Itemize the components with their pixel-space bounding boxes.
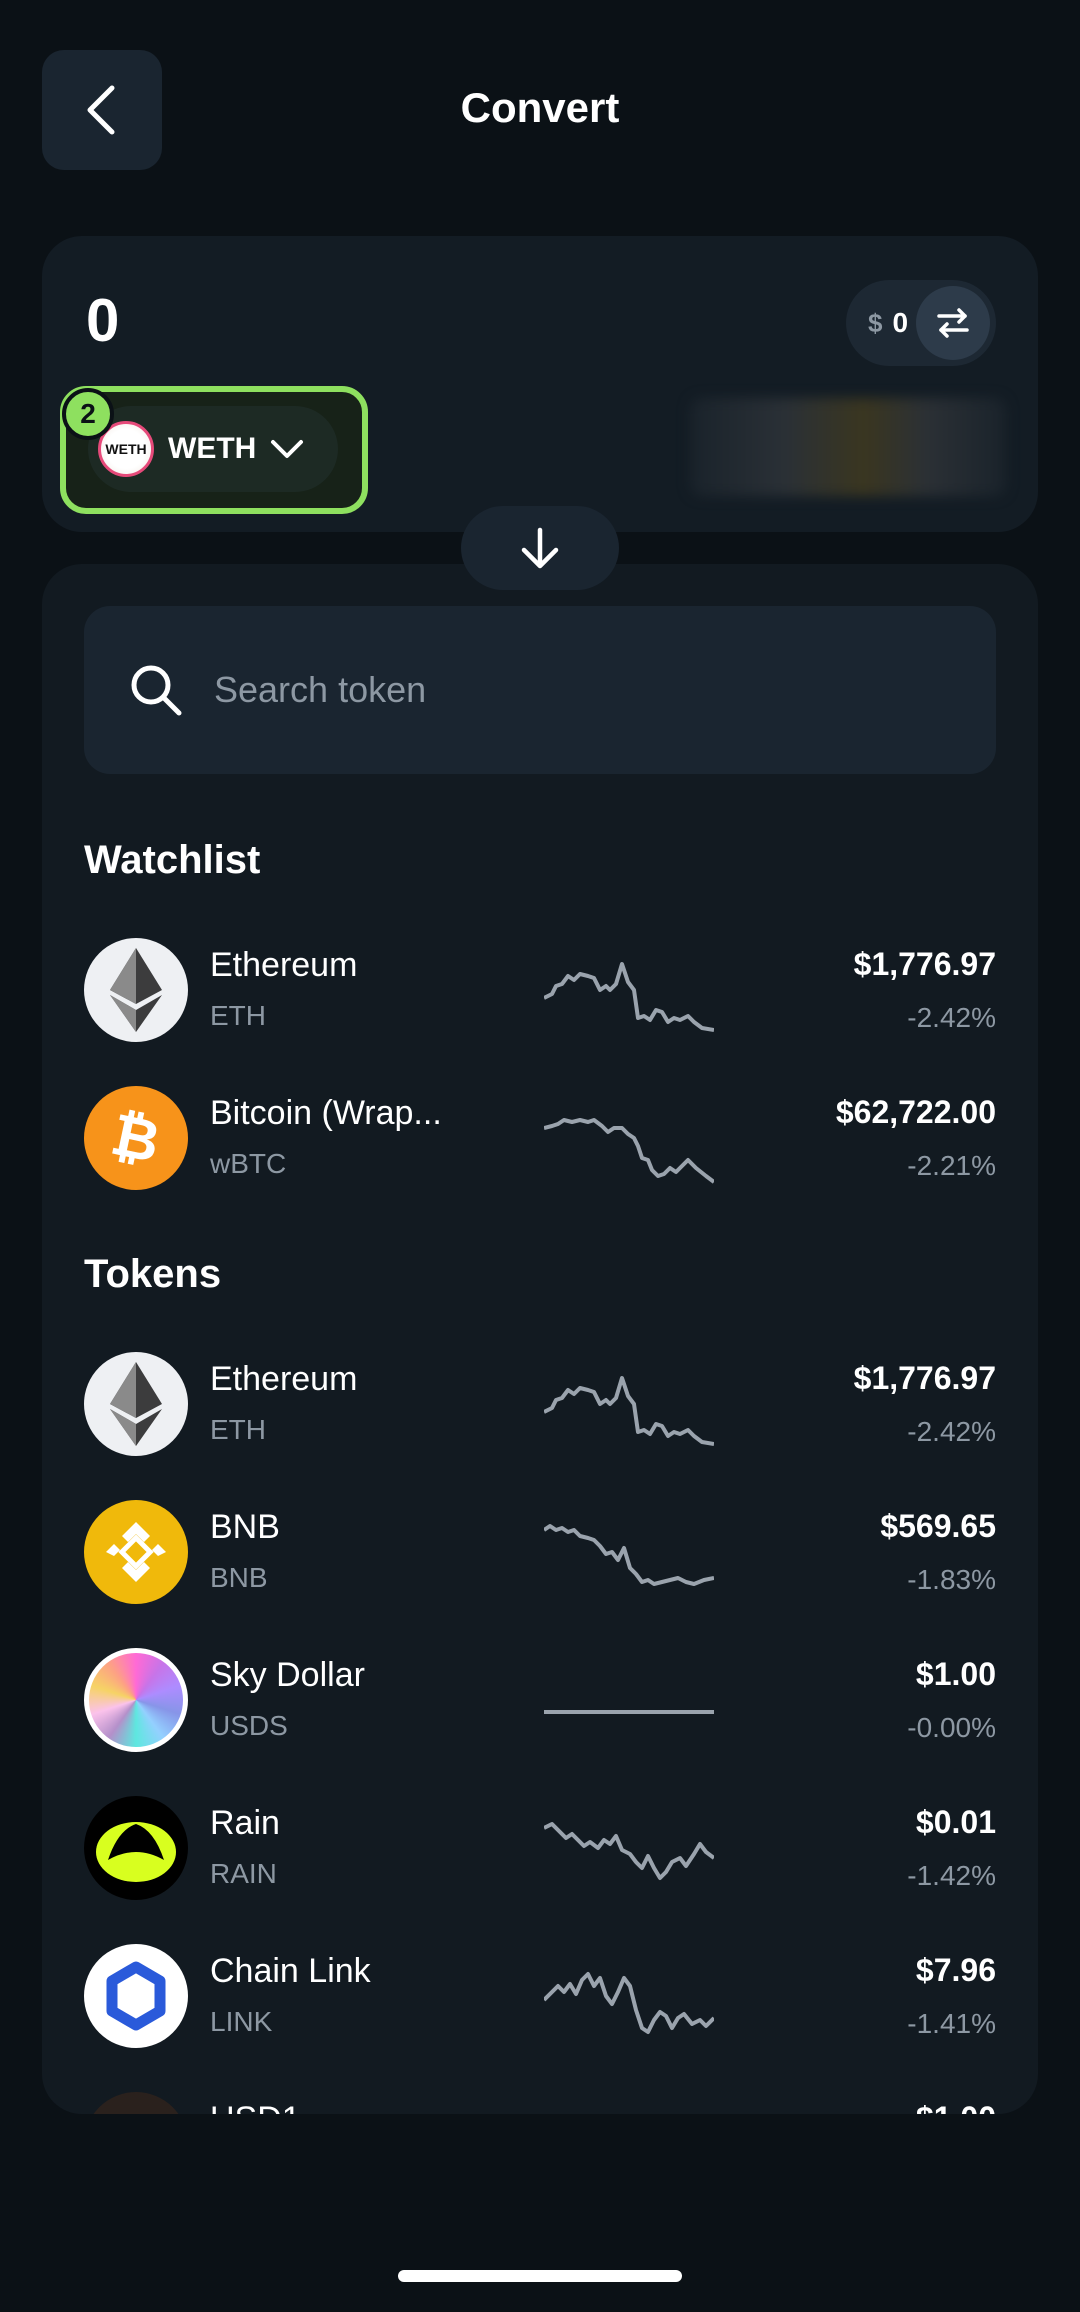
token-selector-button[interactable]: WETH WETH bbox=[88, 406, 338, 492]
token-price: $7.96 bbox=[915, 1952, 996, 1988]
watchlist-title: Watchlist bbox=[84, 838, 261, 882]
token-price: $0.01 bbox=[915, 1804, 996, 1840]
token-row[interactable]: Sky Dollar USDS $1.00 -0.00% bbox=[42, 1626, 1038, 1774]
token-row[interactable]: USD1 $1.00 bbox=[42, 2070, 1038, 2114]
token-price: $1,776.97 bbox=[853, 1360, 996, 1396]
swap-currency-button[interactable] bbox=[916, 286, 990, 360]
price-sparkline bbox=[544, 962, 714, 1032]
token-name: Ethereum bbox=[210, 1360, 358, 1398]
token-symbol: BNB bbox=[210, 1562, 268, 1593]
chainlink-icon bbox=[84, 1944, 188, 2048]
token-list-card: Watchlist Ethereum ETH $1,776.97 -2.42% … bbox=[42, 564, 1038, 2114]
ethereum-icon bbox=[84, 1352, 188, 1456]
token-price: $1.00 bbox=[915, 1656, 996, 1692]
ethereum-icon bbox=[84, 938, 188, 1042]
token-price: $1,776.97 bbox=[853, 946, 996, 982]
token-price: $1.00 bbox=[916, 2100, 996, 2114]
token-change: -2.21% bbox=[907, 1150, 996, 1181]
token-symbol: wBTC bbox=[210, 1148, 287, 1179]
search-input[interactable] bbox=[214, 669, 914, 711]
token-price: $62,722.00 bbox=[835, 1094, 996, 1130]
token-row[interactable]: Ethereum ETH $1,776.97 -2.42% bbox=[42, 1330, 1038, 1478]
price-sparkline bbox=[544, 1376, 714, 1446]
token-change: -0.00% bbox=[907, 1712, 996, 1743]
token-name: Chain Link bbox=[210, 1952, 371, 1990]
search-icon bbox=[131, 665, 182, 716]
token-change: -2.42% bbox=[907, 1002, 996, 1033]
price-sparkline bbox=[544, 1118, 714, 1184]
token-name: Bitcoin (Wrap... bbox=[210, 1094, 442, 1132]
home-indicator[interactable] bbox=[398, 2270, 682, 2282]
token-name: USD1 bbox=[210, 2100, 301, 2114]
token-selector-highlight: WETH WETH 2 bbox=[60, 386, 368, 514]
from-card: 0 $ 0 WETH WETH 2 bbox=[42, 236, 1038, 532]
watchlist-row[interactable]: Ethereum ETH $1,776.97 -2.42% bbox=[42, 916, 1038, 1064]
fiat-symbol: $ bbox=[868, 307, 883, 338]
price-sparkline bbox=[544, 1524, 714, 1586]
arrow-down-icon bbox=[521, 527, 559, 569]
usd1-icon bbox=[84, 2092, 188, 2114]
bnb-icon bbox=[84, 1500, 188, 1604]
token-row[interactable]: BNB BNB $569.65 -1.83% bbox=[42, 1478, 1038, 1626]
page-title: Convert bbox=[460, 84, 620, 131]
swap-arrows-icon bbox=[937, 308, 969, 338]
step-badge: 2 bbox=[62, 388, 114, 440]
token-change: -1.42% bbox=[907, 1860, 996, 1891]
rain-icon bbox=[84, 1796, 188, 1900]
token-price: $569.65 bbox=[880, 1508, 996, 1544]
amount-value[interactable]: 0 bbox=[86, 286, 119, 355]
blurred-balance bbox=[690, 398, 1006, 496]
watchlist-row[interactable]: ₿ Bitcoin (Wrap... wBTC $62,722.00 -2.21… bbox=[42, 1064, 1038, 1212]
swap-direction-button[interactable] bbox=[461, 506, 619, 590]
tokens-title: Tokens bbox=[84, 1252, 222, 1296]
token-row[interactable]: Chain Link LINK $7.96 -1.41% bbox=[42, 1922, 1038, 2070]
token-symbol: USDS bbox=[210, 1710, 288, 1741]
bitcoin-icon: ₿ bbox=[84, 1086, 188, 1190]
token-change: -1.41% bbox=[907, 2008, 996, 2039]
token-symbol: ETH bbox=[210, 1414, 266, 1445]
header: Convert bbox=[0, 0, 1080, 220]
token-change: -1.83% bbox=[907, 1564, 996, 1595]
chevron-down-icon bbox=[271, 440, 304, 458]
price-sparkline bbox=[544, 1822, 714, 1880]
search-box[interactable] bbox=[84, 606, 996, 774]
sky-dollar-icon bbox=[84, 1648, 188, 1752]
fiat-toggle[interactable]: $ 0 bbox=[846, 280, 996, 366]
token-symbol: ETH bbox=[210, 1000, 266, 1031]
fiat-value: 0 bbox=[892, 307, 909, 338]
token-symbol: RAIN bbox=[210, 1858, 277, 1889]
token-row[interactable]: Rain RAIN $0.01 -1.42% bbox=[42, 1774, 1038, 1922]
token-name: Rain bbox=[210, 1804, 280, 1842]
token-symbol: LINK bbox=[210, 2006, 273, 2037]
weth-logo-text: WETH bbox=[105, 441, 147, 457]
token-name: BNB bbox=[210, 1508, 280, 1546]
token-name: Sky Dollar bbox=[210, 1656, 365, 1694]
token-name: Ethereum bbox=[210, 946, 358, 984]
price-sparkline bbox=[544, 1710, 714, 1714]
selected-token-label: WETH bbox=[168, 432, 257, 465]
price-sparkline bbox=[544, 1972, 714, 2034]
token-change: -2.42% bbox=[907, 1416, 996, 1447]
